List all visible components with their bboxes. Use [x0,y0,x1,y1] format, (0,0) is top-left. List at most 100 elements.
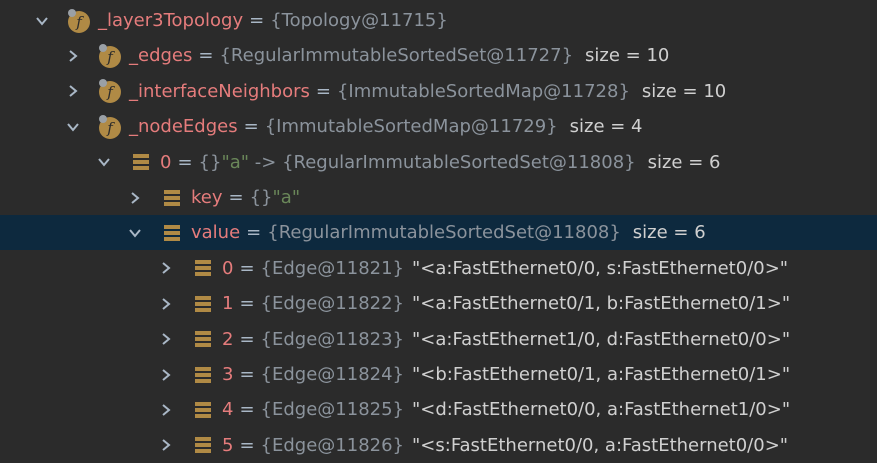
variable-value: {Edge@11823} [260,328,405,350]
variable-detail: "<a:FastEthernet1/0, d:FastEthernet0/0>" [412,328,791,350]
tree-row[interactable]: 3 = {Edge@11824} "<b:FastEthernet0/1, a:Fas… [0,357,877,392]
tree-row-text: 4 = {Edge@11825} "<d:FastEthernet0/0, a:Fas… [222,392,790,427]
variable-name: 0 [160,151,172,173]
variable-name: 3 [222,364,234,385]
variable-detail: "<a:FastEthernet0/1, b:FastEthernet0/1>" [412,293,791,315]
list-icon [190,251,216,286]
variable-value: {Edge@11825} [260,399,405,421]
chevron-right-icon[interactable] [156,286,176,321]
variable-detail: "<s:FastEthernet0/0, a:FastEthernet0/0>" [412,434,789,456]
chevron-down-icon[interactable] [125,215,145,250]
list-icon [190,286,216,321]
equals-sign: = [239,293,255,315]
tree-row-text: _interfaceNeighbors = {ImmutableSortedMap@… [129,74,726,109]
equals-sign: = [228,187,244,208]
tree-row[interactable]: f _layer3Topology = {Topology@11715} [0,3,877,38]
tree-row-text: 0 ={} "a" -> {RegularImmutableSortedSet@1… [160,145,721,180]
chevron-right-icon[interactable] [156,392,176,427]
tree-row[interactable]: f _nodeEdges = {ImmutableSortedMap@11729} si… [0,109,877,144]
chevron-right-icon[interactable] [63,38,83,73]
variable-value: {RegularImmutableSortedSet@11727} [219,45,574,67]
variable-value: {} [249,187,273,208]
tree-row-text: _edges = {RegularImmutableSortedSet@11727}… [129,38,669,73]
equals-sign: = [198,45,214,67]
list-icon [190,428,216,463]
variable-detail: "a" -> {RegularImmutableSortedSet@11808} [221,151,636,173]
variable-name: 2 [222,328,234,350]
chevron-down-icon[interactable] [94,145,114,180]
variable-value: {Edge@11822} [260,293,405,315]
field-icon: f [66,3,92,38]
variable-detail: "<d:FastEthernet0/0, a:FastEthernet1/0>" [412,399,791,421]
field-icon: f [97,109,123,144]
tree-row[interactable]: 0 ={} "a" -> {RegularImmutableSortedSet@1… [0,145,877,180]
chevron-right-icon[interactable] [156,322,176,357]
variable-name: _interfaceNeighbors [129,80,310,102]
chevron-right-icon[interactable] [63,74,83,109]
chevron-right-icon[interactable] [156,428,176,463]
collection-size: size = 10 [585,45,670,67]
tree-row[interactable]: key ={} "a" [0,180,877,215]
tree-row-text: 1 = {Edge@11822} "<a:FastEthernet0/1, b:Fas… [222,286,790,321]
variable-value: {} [198,151,222,173]
list-icon [159,215,185,250]
tree-row-text: 0 = {Edge@11821} "<a:FastEthernet0/0, s:Fas… [222,251,788,286]
tree-row-text: key ={} "a" [191,180,300,215]
tree-row[interactable]: 1 = {Edge@11822} "<a:FastEthernet0/1, b:Fas… [0,286,877,321]
tree-row[interactable]: f _edges = {RegularImmutableSortedSet@11727… [0,38,877,73]
tree-row[interactable]: value = {RegularImmutableSortedSet@11808} s… [0,215,877,251]
debugger-variables-tree: f _layer3Topology = {Topology@11715} f _edges… [0,0,877,463]
tree-row-text: _nodeEdges = {ImmutableSortedMap@11729} siz… [129,109,643,144]
tree-row-text: value = {RegularImmutableSortedSet@11808} s… [191,215,706,250]
list-icon [190,392,216,427]
collection-size: size = 6 [647,151,721,173]
variable-value: {ImmutableSortedMap@11728} [336,80,630,102]
collection-size: size = 6 [632,222,706,244]
tree-row[interactable]: 4 = {Edge@11825} "<d:FastEthernet0/0, a:Fas… [0,392,877,427]
equals-sign: = [239,364,255,385]
equals-sign: = [239,434,255,456]
tree-row[interactable]: f _interfaceNeighbors = {ImmutableSortedMap… [0,74,877,109]
tree-row-text: 5 = {Edge@11826} "<s:FastEthernet0/0, a:Fas… [222,428,788,463]
equals-sign: = [249,10,265,31]
tree-row-text: _layer3Topology = {Topology@11715} [98,3,448,38]
tree-row[interactable]: 0 = {Edge@11821} "<a:FastEthernet0/0, s:Fas… [0,251,877,286]
list-icon [190,322,216,357]
variable-detail: "<a:FastEthernet0/0, s:FastEthernet0/0>" [412,257,789,279]
chevron-down-icon[interactable] [32,3,52,38]
equals-sign: = [243,116,259,138]
variable-name: _layer3Topology [98,10,244,31]
variable-name: key [191,187,223,208]
variable-value: {Topology@11715} [270,10,448,31]
tree-row[interactable]: 2 = {Edge@11823} "<a:FastEthernet1/0, d:Fas… [0,322,877,357]
variable-value: {Edge@11824} [260,364,405,385]
variable-name: 5 [222,434,234,456]
equals-sign: = [239,257,255,279]
list-icon [190,357,216,392]
variable-name: 1 [222,293,234,315]
chevron-down-icon[interactable] [63,109,83,144]
equals-sign: = [246,222,262,244]
variable-value: {RegularImmutableSortedSet@11808} [267,222,621,244]
chevron-right-icon[interactable] [125,180,145,215]
equals-sign: = [177,151,193,173]
variable-name: value [191,222,241,244]
variable-name: _edges [129,45,193,67]
tree-row-text: 3 = {Edge@11824} "<b:FastEthernet0/1, a:Fas… [222,357,790,392]
variable-value: {ImmutableSortedMap@11729} [264,116,558,138]
variable-detail: "a" [272,187,301,208]
equals-sign: = [315,80,331,102]
list-icon [159,180,185,215]
chevron-right-icon[interactable] [156,251,176,286]
chevron-right-icon[interactable] [156,357,176,392]
field-icon: f [97,74,123,109]
variable-value: {Edge@11826} [260,434,405,456]
collection-size: size = 4 [569,116,643,138]
variable-name: 0 [222,257,234,279]
variable-name: 4 [222,399,234,421]
collection-size: size = 10 [641,80,727,102]
variable-detail: "<b:FastEthernet0/1, a:FastEthernet0/1>" [412,364,791,385]
equals-sign: = [239,399,255,421]
tree-row[interactable]: 5 = {Edge@11826} "<s:FastEthernet0/0, a:Fas… [0,428,877,463]
tree-row-text: 2 = {Edge@11823} "<a:FastEthernet1/0, d:Fas… [222,322,790,357]
